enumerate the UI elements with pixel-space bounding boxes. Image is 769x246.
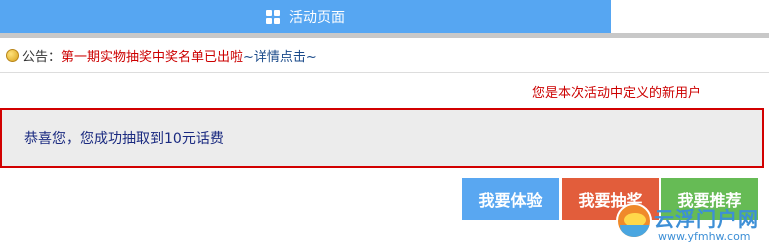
experience-button[interactable]: 我要体验 [462,178,559,220]
draw-result-box: 恭喜您，您成功抽取到10元话费 [0,108,764,168]
grid-icon [266,9,280,24]
header-divider [0,33,769,38]
notice-divider [0,72,769,73]
tab-activity-page[interactable]: 活动页面 [266,7,345,27]
site-watermark: 云浮门户网 www.yfmhw.com [616,203,766,246]
announcement-bar: 公告： 第一期实物抽奖中奖名单已出啦 ~详情点击~ [6,45,317,65]
coin-icon [6,48,19,62]
announcement-text[interactable]: 第一期实物抽奖中奖名单已出啦 [61,46,243,65]
watermark-title: 云浮门户网 [654,207,759,231]
draw-result-message: 恭喜您，您成功抽取到10元话费 [24,131,224,147]
watermark-url: www.yfmhw.com [658,230,751,243]
top-tab-bar: 活动页面 [0,0,611,33]
announcement-label: 公告： [22,49,62,65]
announcement-details-link[interactable]: ~详情点击~ [243,46,317,65]
tab-label: 活动页面 [289,9,345,26]
new-user-note: 您是本次活动中定义的新用户 [531,86,701,101]
watermark-logo-icon [616,203,652,239]
